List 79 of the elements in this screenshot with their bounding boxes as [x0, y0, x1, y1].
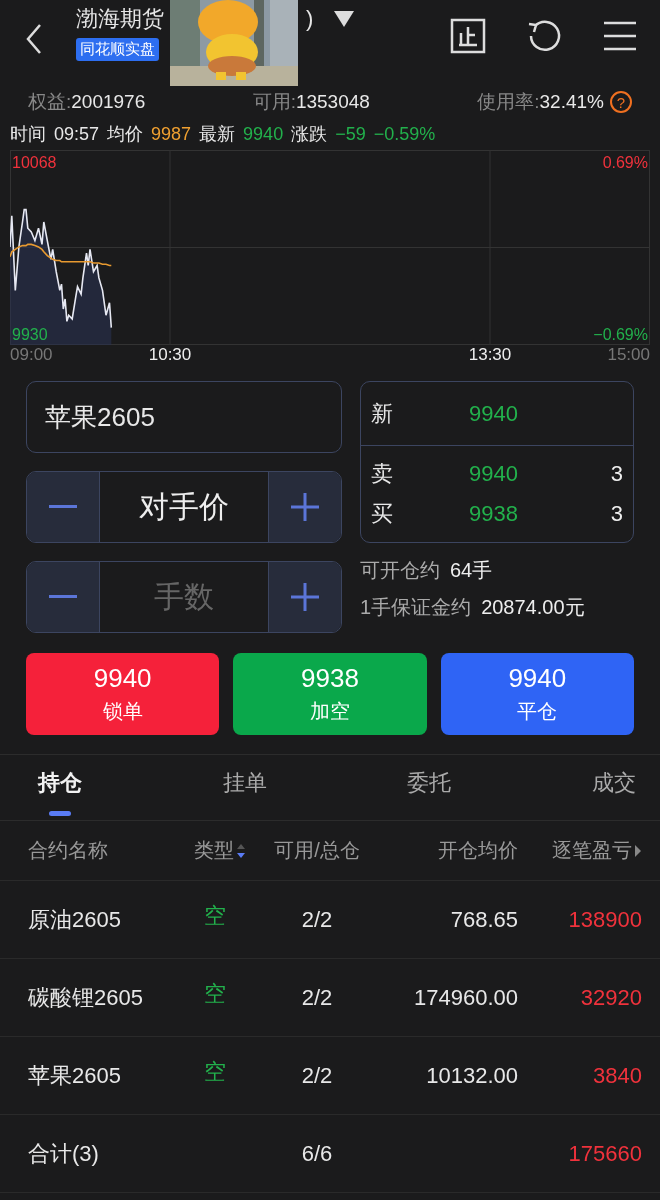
help-icon[interactable]: ? [610, 91, 632, 113]
quote-label: 时间 [10, 123, 46, 146]
table-cell-text: 空 [203, 1057, 227, 1086]
quote-value: 09:57 [54, 123, 100, 145]
column-header[interactable]: 类型 [194, 837, 234, 864]
back-icon[interactable] [24, 22, 44, 56]
info-value: 64手 [450, 558, 493, 583]
book-label: 新 [371, 399, 394, 428]
minus-icon [49, 505, 77, 509]
quote-label: 最新 [199, 123, 236, 146]
quote-value: −59 [335, 123, 366, 145]
refresh-icon[interactable] [526, 18, 562, 54]
axis-label: 09:00 [10, 345, 53, 365]
table-cell-text: 768.65 [449, 906, 518, 933]
table-cell-text: 138900 [567, 906, 642, 933]
axis-label: 10068 [12, 154, 57, 172]
tab[interactable]: 挂单 [222, 755, 267, 820]
table-cell-text: 空 [203, 979, 227, 1008]
tab[interactable]: 持仓 [38, 755, 82, 820]
axis-label: 0.69% [602, 154, 648, 172]
book-price: 9940 [469, 461, 519, 487]
tab[interactable]: 委托 [407, 755, 452, 820]
axis-label: 15:00 [607, 345, 650, 365]
table-cell-text: 碳酸锂2605 [28, 983, 144, 1012]
table-cell-text: 10132.00 [425, 1062, 518, 1089]
account-badge: 同花顺实盘 [76, 38, 159, 61]
tab[interactable]: 成交 [591, 755, 636, 820]
table-cell-text: 3840 [592, 1062, 642, 1089]
column-header[interactable]: 开仓均价 [438, 837, 518, 864]
caret-icon[interactable] [634, 843, 642, 858]
account-title: ) [306, 6, 314, 32]
quote-value: 9987 [151, 123, 192, 145]
info-label: 可开仓约 [360, 558, 440, 583]
table-cell-text: 6/6 [300, 1140, 334, 1167]
minus-icon [49, 595, 77, 599]
info-label: 1手保证金约 [360, 595, 472, 620]
table-cell-text: 苹果2605 [28, 1061, 122, 1090]
quote-label: 均价 [107, 123, 144, 146]
quote-label: 涨跌 [291, 123, 328, 146]
order-button[interactable]: 9938 加空 [233, 653, 427, 735]
book-size: 3 [610, 461, 623, 487]
table-cell-text: 175660 [567, 1140, 642, 1167]
axis-label: 13:30 [468, 345, 512, 365]
book-price: 9940 [469, 400, 519, 427]
increase-button[interactable] [269, 472, 341, 542]
column-header[interactable]: 逐笔盈亏 [552, 837, 632, 864]
account-stat: 权益:2001976 [28, 90, 146, 114]
table-cell-text: 32920 [579, 984, 642, 1011]
order-button[interactable]: 9940 锁单 [26, 653, 220, 735]
plus-icon [291, 583, 319, 611]
plus-icon [291, 493, 319, 521]
info-value: 20874.00元 [481, 595, 585, 620]
table-cell-text: 空 [203, 901, 227, 930]
dropdown-icon[interactable] [333, 10, 356, 28]
book-label: 买 [371, 500, 394, 528]
table-cell-text: 174960.00 [413, 984, 518, 1011]
axis-label: 10:30 [148, 345, 192, 365]
column-header[interactable]: 合约名称 [28, 837, 108, 864]
table-cell-text: 合计(3) [28, 1139, 100, 1168]
column-header[interactable]: 可用/总仓 [274, 837, 360, 864]
account-stat: 可用:1353048 [252, 90, 370, 114]
stop-order-icon[interactable] [450, 18, 486, 54]
quote-value: 9940 [243, 123, 284, 145]
contract-field[interactable]: 苹果2605 [26, 381, 342, 453]
account-stat: 使用率:32.41% [477, 90, 604, 114]
quote-value: −0.59% [373, 123, 436, 145]
table-cell-text: 2/2 [300, 984, 334, 1011]
account-title: 渤海期货 [76, 5, 164, 33]
sort-icon[interactable] [236, 842, 246, 859]
table-cell-text: 2/2 [300, 1062, 334, 1089]
table-cell-text: 原油2605 [28, 905, 122, 934]
book-size: 3 [610, 501, 623, 527]
book-price: 9938 [469, 501, 519, 527]
axis-label: −0.69% [593, 325, 648, 343]
table-cell-text: 2/2 [300, 906, 334, 933]
increase-button[interactable] [269, 562, 341, 632]
axis-label: 9930 [12, 325, 48, 343]
book-label: 卖 [371, 460, 394, 488]
order-button[interactable]: 9940 平仓 [440, 653, 634, 735]
